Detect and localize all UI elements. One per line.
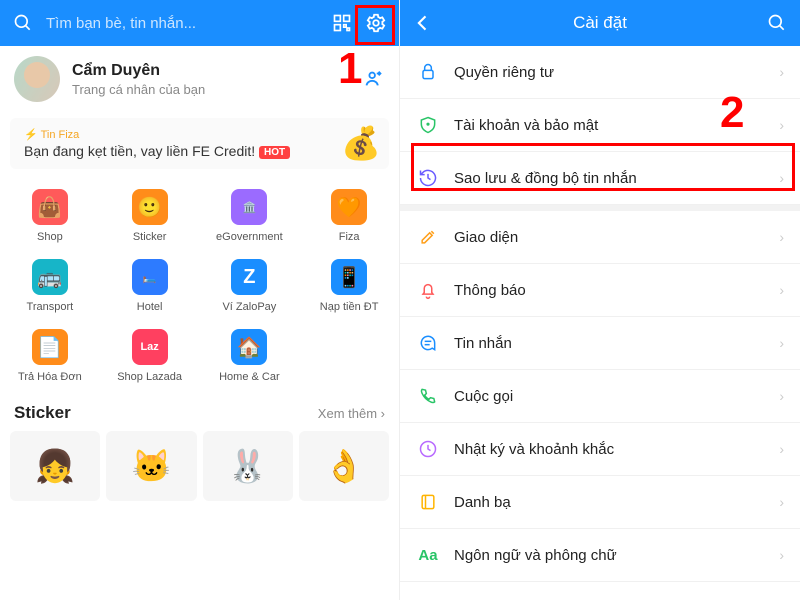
brush-icon — [416, 225, 440, 249]
banner-text: Bạn đang kẹt tiền, vay liền FE Credit! — [24, 143, 255, 159]
settings-item-timeline[interactable]: Nhật ký và khoảnh khắc› — [400, 423, 800, 476]
utility-egov[interactable]: 🏛️eGovernment — [200, 181, 300, 251]
switch-account-icon[interactable] — [363, 68, 385, 90]
settings-header: Cài đặt — [400, 0, 800, 46]
chevron-right-icon: › — [779, 335, 784, 351]
settings-item-label: Sao lưu & đồng bộ tin nhắn — [454, 170, 779, 187]
chevron-right-icon: › — [779, 547, 784, 563]
settings-item-label: Giao diện — [454, 229, 779, 246]
settings-item-call[interactable]: Cuộc gọi› — [400, 370, 800, 423]
settings-item-label: Danh bạ — [454, 494, 779, 511]
book-icon — [416, 490, 440, 514]
settings-item-label: Tài khoản và bảo mật — [454, 117, 779, 134]
avatar — [14, 56, 60, 102]
sticker-item[interactable]: 🐱 — [106, 431, 196, 501]
history-icon — [416, 166, 440, 190]
aa-icon: Aa — [416, 543, 440, 567]
settings-item-backup[interactable]: Sao lưu & đồng bộ tin nhắn› — [400, 152, 800, 205]
chevron-right-icon: › — [779, 170, 784, 186]
sticker-row: 👧 🐱 🐰 👌 — [0, 431, 399, 501]
utility-homecar[interactable]: 🏠Home & Car — [200, 321, 300, 391]
search-icon[interactable] — [6, 6, 40, 40]
utilities-grid: 👜Shop🙂Sticker🏛️eGovernment🧡Fiza 🚌Transpor… — [0, 179, 399, 395]
settings-icon[interactable] — [359, 6, 393, 40]
utility-sticker[interactable]: 🙂Sticker — [100, 181, 200, 251]
banner-label: Tin Fiza — [41, 129, 80, 141]
news-banner[interactable]: ⚡ Tin Fiza Bạn đang kẹt tiền, vay liền F… — [10, 118, 389, 169]
settings-item-security[interactable]: Tài khoản và bảo mật› — [400, 99, 800, 152]
utility-shop[interactable]: 👜Shop — [0, 181, 100, 251]
profile-name: Cẩm Duyên — [72, 62, 205, 80]
settings-item-notif[interactable]: Thông báo› — [400, 264, 800, 317]
chat-icon — [416, 331, 440, 355]
chevron-right-icon: › — [779, 388, 784, 404]
settings-item-label: Thông báo — [454, 282, 779, 299]
profile-row[interactable]: Cẩm Duyên Trang cá nhân của bạn — [0, 46, 399, 112]
sticker-title: Sticker — [14, 403, 71, 423]
shield-icon — [416, 113, 440, 137]
sticker-item[interactable]: 👌 — [299, 431, 389, 501]
sticker-item[interactable]: 👧 — [10, 431, 100, 501]
lock-icon — [416, 60, 440, 84]
profile-subtitle: Trang cá nhân của bạn — [72, 82, 205, 97]
settings-item-label: Quyền riêng tư — [454, 64, 779, 81]
settings-item-message[interactable]: Tin nhắn› — [400, 317, 800, 370]
back-icon[interactable] — [406, 6, 440, 40]
clock-icon — [416, 437, 440, 461]
chevron-right-icon: › — [779, 441, 784, 457]
utility-lazada[interactable]: LazShop Lazada — [100, 321, 200, 391]
utility-bill[interactable]: 📄Trả Hóa Đơn — [0, 321, 100, 391]
sticker-more-link[interactable]: Xem thêm › — [318, 406, 385, 421]
settings-item-theme[interactable]: Giao diện› — [400, 211, 800, 264]
settings-item-label: Nhật ký và khoảnh khắc — [454, 441, 779, 458]
search-input[interactable]: Tìm bạn bè, tin nhắn... — [40, 15, 325, 32]
utility-fiza[interactable]: 🧡Fiza — [299, 181, 399, 251]
settings-list: Quyền riêng tư›Tài khoản và bảo mật›Sao … — [400, 46, 800, 582]
settings-item-privacy[interactable]: Quyền riêng tư› — [400, 46, 800, 99]
sticker-item[interactable]: 🐰 — [203, 431, 293, 501]
utility-zalopay[interactable]: ZVí ZaloPay — [200, 251, 300, 321]
utility-transport[interactable]: 🚌Transport — [0, 251, 100, 321]
discover-header: Tìm bạn bè, tin nhắn... — [0, 0, 399, 46]
sticker-section-header: Sticker Xem thêm › — [0, 395, 399, 431]
utility-topup[interactable]: 📱Nạp tiền ĐT — [299, 251, 399, 321]
chevron-right-icon: › — [779, 64, 784, 80]
settings-title: Cài đặt — [440, 13, 760, 33]
moneybag-icon: 💰 — [341, 124, 381, 162]
discover-screen: Tìm bạn bè, tin nhắn... Cẩm Duyên Trang … — [0, 0, 400, 600]
settings-item-label: Ngôn ngữ và phông chữ — [454, 547, 779, 564]
qr-icon[interactable] — [325, 6, 359, 40]
chevron-right-icon: › — [779, 282, 784, 298]
chevron-right-icon: › — [779, 229, 784, 245]
utility-hotel[interactable]: 🛏️Hotel — [100, 251, 200, 321]
search-icon[interactable] — [760, 6, 794, 40]
hot-badge: HOT — [259, 146, 290, 159]
bell-icon — [416, 278, 440, 302]
settings-item-label: Tin nhắn — [454, 335, 779, 352]
chevron-right-icon: › — [779, 117, 784, 133]
settings-item-label: Cuộc gọi — [454, 388, 779, 405]
chevron-right-icon: › — [779, 494, 784, 510]
settings-screen: Cài đặt Quyền riêng tư›Tài khoản và bảo … — [400, 0, 800, 600]
settings-item-contacts[interactable]: Danh bạ› — [400, 476, 800, 529]
phone-icon — [416, 384, 440, 408]
settings-item-lang[interactable]: Aa Ngôn ngữ và phông chữ› — [400, 529, 800, 582]
